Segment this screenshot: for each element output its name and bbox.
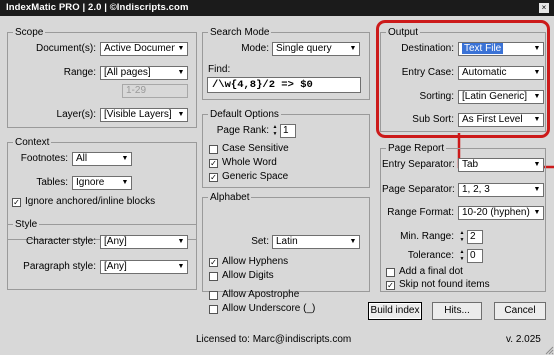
documents-label: Document(s): [35,43,96,54]
case-sensitive-checkbox[interactable] [209,145,218,154]
chevron-down-icon: ▼ [175,67,187,79]
spin-up-icon[interactable]: ▲ [458,249,466,256]
range-dropdown[interactable]: [All pages] ▼ [100,66,188,80]
output-highlight-annotation [376,20,550,138]
chevron-down-icon: ▼ [347,43,359,55]
paragraph-style-label: Paragraph style: [23,261,96,272]
alphabet-title: Alphabet [208,192,252,203]
footnotes-label: Footnotes: [20,153,68,164]
check-icon: ✓ [13,198,20,207]
search-mode-title: Search Mode [208,27,272,38]
chevron-down-icon: ▼ [531,184,543,196]
scope-title: Scope [13,27,46,38]
range-label: Range: [63,67,96,78]
generic-space-label: Generic Space [222,171,289,182]
set-dropdown[interactable]: Latin ▼ [272,235,360,249]
page-rank-label: Page Rank: [216,125,269,136]
allow-hyphens-label: Allow Hyphens [222,256,289,267]
layers-label: Layer(s): [56,109,96,120]
dialog-window: IndexMatic PRO | 2.0 | ©Indiscripts.com … [0,0,554,355]
page-separator-label: Page Separator: [382,184,455,195]
page-rank-stepper[interactable]: ▲ ▼ [271,124,279,138]
tolerance-label: Tolerance: [407,250,454,261]
chevron-down-icon: ▼ [531,159,543,171]
check-icon: ✓ [387,281,394,290]
spin-down-icon[interactable]: ▼ [271,131,279,138]
cancel-button[interactable]: Cancel [494,302,546,320]
page-separator-dropdown[interactable]: 1, 2, 3 ▼ [458,183,544,197]
spin-up-icon[interactable]: ▲ [271,124,279,131]
allow-underscore-label: Allow Underscore (_) [222,303,316,314]
check-icon: ✓ [210,159,217,168]
tables-label: Tables: [36,177,68,188]
chevron-down-icon: ▼ [531,207,543,219]
license-text: Licensed to: Marc@indiscripts.com [196,334,352,345]
chevron-down-icon: ▼ [175,43,187,55]
skip-not-found-checkbox[interactable]: ✓ [386,281,395,290]
pages-field: 1-29 [122,84,188,98]
context-title: Context [13,137,52,148]
allow-digits-checkbox[interactable] [209,272,218,281]
chevron-down-icon: ▼ [175,109,187,121]
title-bar: IndexMatic PRO | 2.0 | ©Indiscripts.com [0,0,554,16]
page-rank-input[interactable]: 1 [280,124,296,138]
close-icon[interactable]: × [539,3,549,13]
build-index-button[interactable]: Build index [368,302,422,320]
spin-down-icon[interactable]: ▼ [458,237,466,244]
character-style-dropdown[interactable]: [Any] ▼ [100,235,188,249]
set-label: Set: [251,236,269,247]
allow-underscore-checkbox[interactable] [209,305,218,314]
layers-dropdown[interactable]: [Visible Layers] ▼ [100,108,188,122]
chevron-down-icon: ▼ [119,177,131,189]
footnotes-dropdown[interactable]: All ▼ [72,152,132,166]
whole-word-label: Whole Word [222,157,277,168]
character-style-label: Character style: [25,236,96,247]
tables-dropdown[interactable]: Ignore ▼ [72,176,132,190]
skip-not-found-label: Skip not found items [399,279,490,290]
ignore-anchored-checkbox[interactable]: ✓ [12,198,21,207]
find-label: Find: [208,64,231,75]
range-format-dropdown[interactable]: 10-20 (hyphen) ▼ [458,206,544,220]
allow-apostrophe-checkbox[interactable] [209,291,218,300]
min-range-input[interactable]: 2 [467,230,483,244]
resize-grip-icon[interactable] [544,345,554,355]
chevron-down-icon: ▼ [347,236,359,248]
check-icon: ✓ [210,173,217,182]
chevron-down-icon: ▼ [175,261,187,273]
chevron-down-icon: ▼ [175,236,187,248]
paragraph-style-dropdown[interactable]: [Any] ▼ [100,260,188,274]
allow-digits-label: Allow Digits [222,270,274,281]
final-dot-checkbox[interactable] [386,268,395,277]
min-range-label: Min. Range: [400,231,454,242]
default-options-title: Default Options [208,109,281,120]
style-group [7,224,197,290]
entry-separator-dropdown[interactable]: Tab ▼ [458,158,544,172]
mode-dropdown[interactable]: Single query ▼ [272,42,360,56]
window-title: IndexMatic PRO | 2.0 | ©Indiscripts.com [6,2,189,13]
case-sensitive-label: Case Sensitive [222,143,289,154]
tolerance-stepper[interactable]: ▲ ▼ [458,249,466,263]
range-format-label: Range Format: [387,207,454,218]
entry-separator-label: Entry Separator: [382,159,455,170]
whole-word-checkbox[interactable]: ✓ [209,159,218,168]
min-range-stepper[interactable]: ▲ ▼ [458,230,466,244]
mode-label: Mode: [241,43,269,54]
hits-button[interactable]: Hits... [432,302,482,320]
allow-apostrophe-label: Allow Apostrophe [222,289,300,300]
allow-hyphens-checkbox[interactable]: ✓ [209,258,218,267]
tolerance-input[interactable]: 0 [467,249,483,263]
documents-dropdown[interactable]: Active Document (i ▼ [100,42,188,56]
version-text: v. 2.025 [506,334,541,345]
page-report-title: Page Report [386,143,447,154]
ignore-anchored-label: Ignore anchored/inline blocks [25,196,156,207]
style-title: Style [13,219,40,230]
check-icon: ✓ [210,258,217,267]
final-dot-label: Add a final dot [399,266,463,277]
chevron-down-icon: ▼ [119,153,131,165]
spin-down-icon[interactable]: ▼ [458,256,466,263]
find-input[interactable]: /\w{4,8}/2 => $0 [207,77,361,93]
spin-up-icon[interactable]: ▲ [458,230,466,237]
generic-space-checkbox[interactable]: ✓ [209,173,218,182]
